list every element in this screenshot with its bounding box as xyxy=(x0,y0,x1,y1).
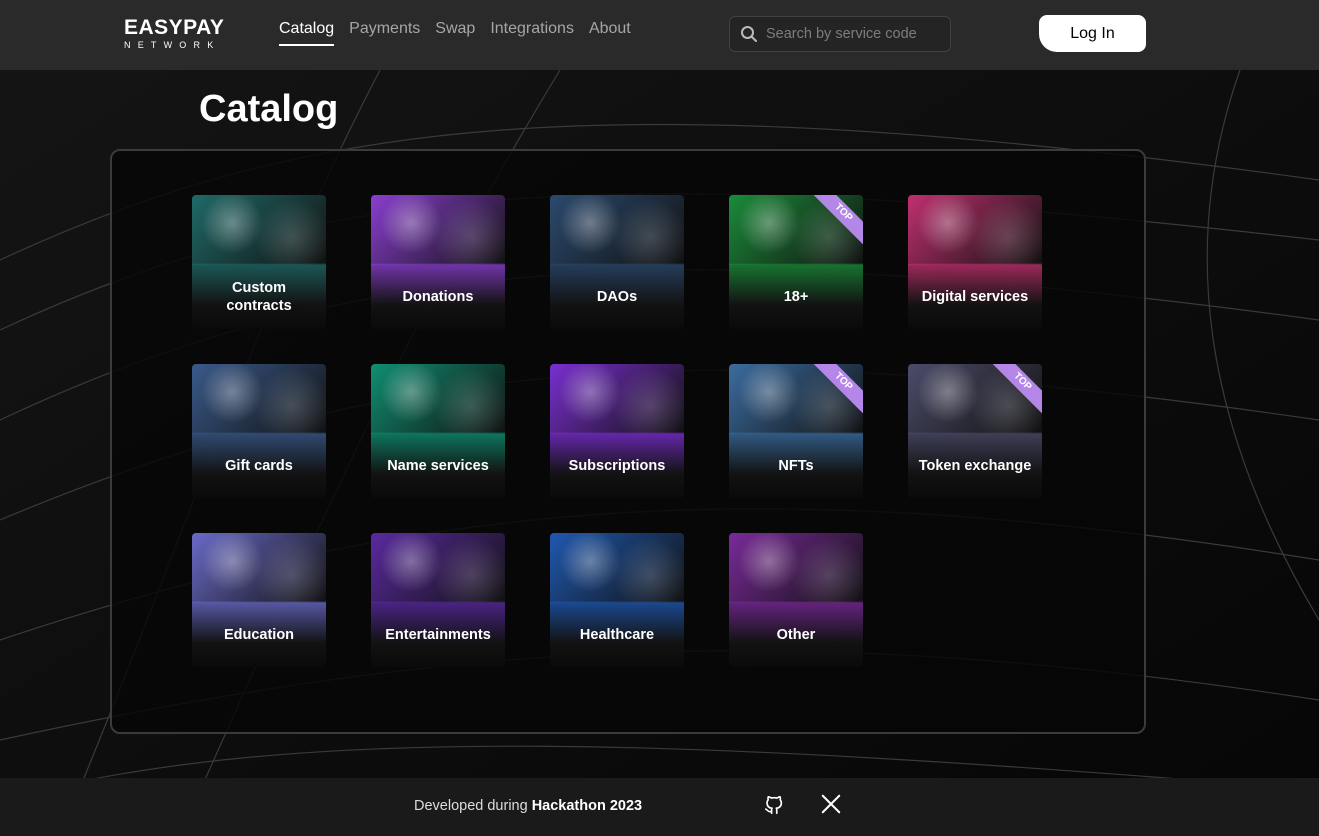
category-label: NFTs xyxy=(778,458,814,474)
category-label: Gift cards xyxy=(225,458,293,474)
category-card[interactable]: 18+ TOP xyxy=(729,195,863,329)
category-card[interactable]: Subscriptions xyxy=(550,364,684,498)
category-card[interactable]: Donations xyxy=(371,195,505,329)
category-card[interactable]: Digital services xyxy=(908,195,1042,329)
category-label: Subscriptions xyxy=(568,458,666,474)
category-gradient xyxy=(192,533,326,667)
category-label: Name services xyxy=(387,458,489,474)
category-label: Digital services xyxy=(921,289,1029,305)
category-card[interactable]: Custom contracts xyxy=(192,195,326,329)
search-box[interactable] xyxy=(729,16,951,52)
category-card[interactable]: Other xyxy=(729,533,863,667)
category-label: Token exchange xyxy=(918,458,1032,474)
footer-credit: Developed during Hackathon 2023 xyxy=(414,798,642,814)
nav-catalog[interactable]: Catalog xyxy=(279,20,335,46)
search-input[interactable] xyxy=(766,26,946,42)
category-card[interactable]: Healthcare xyxy=(550,533,684,667)
category-label: 18+ xyxy=(783,289,809,305)
main-nav: Catalog Payments Swap Integrations About xyxy=(279,20,631,46)
category-card[interactable]: Token exchange TOP xyxy=(908,364,1042,498)
nav-about[interactable]: About xyxy=(589,20,631,46)
footer-event: Hackathon 2023 xyxy=(531,798,643,814)
category-gradient xyxy=(371,195,505,329)
nav-integrations[interactable]: Integrations xyxy=(490,20,574,46)
category-gradient xyxy=(908,195,1042,329)
github-icon[interactable] xyxy=(763,794,785,816)
category-label: Education xyxy=(223,627,295,643)
category-gradient xyxy=(550,364,684,498)
category-gradient xyxy=(371,533,505,667)
login-button[interactable]: Log In xyxy=(1039,15,1146,52)
category-card[interactable]: NFTs TOP xyxy=(729,364,863,498)
category-label: Donations xyxy=(402,289,474,305)
category-label: Custom contracts xyxy=(226,280,292,314)
easypay-logo[interactable]: EASYPAY NETWORK xyxy=(124,17,224,51)
footer: Developed during Hackathon 2023 xyxy=(0,778,1319,836)
category-card[interactable]: Entertainments xyxy=(371,533,505,667)
nav-payments[interactable]: Payments xyxy=(349,20,420,46)
x-icon[interactable] xyxy=(820,793,842,815)
footer-prefix: Developed during xyxy=(414,798,532,814)
category-label: Healthcare xyxy=(579,627,655,643)
category-label: DAOs xyxy=(596,289,638,305)
logo-wordmark: EASYPAY xyxy=(124,16,225,39)
category-gradient xyxy=(550,195,684,329)
logo-subtitle: NETWORK xyxy=(124,40,221,50)
category-gradient xyxy=(550,533,684,667)
category-label: Other xyxy=(776,627,816,643)
category-gradient xyxy=(192,364,326,498)
search-icon xyxy=(741,26,757,42)
top-navigation-bar: EASYPAY NETWORK Catalog Payments Swap In… xyxy=(0,0,1319,70)
category-gradient xyxy=(371,364,505,498)
category-card[interactable]: DAOs xyxy=(550,195,684,329)
category-card[interactable]: Name services xyxy=(371,364,505,498)
category-card[interactable]: Gift cards xyxy=(192,364,326,498)
category-card[interactable]: Education xyxy=(192,533,326,667)
catalog-panel: Custom contracts Donations DAOs 18+ TOP Digit… xyxy=(110,149,1146,734)
category-label: Entertainments xyxy=(385,627,491,643)
nav-swap[interactable]: Swap xyxy=(435,20,475,46)
category-gradient xyxy=(729,533,863,667)
page-title: Catalog xyxy=(199,88,339,130)
